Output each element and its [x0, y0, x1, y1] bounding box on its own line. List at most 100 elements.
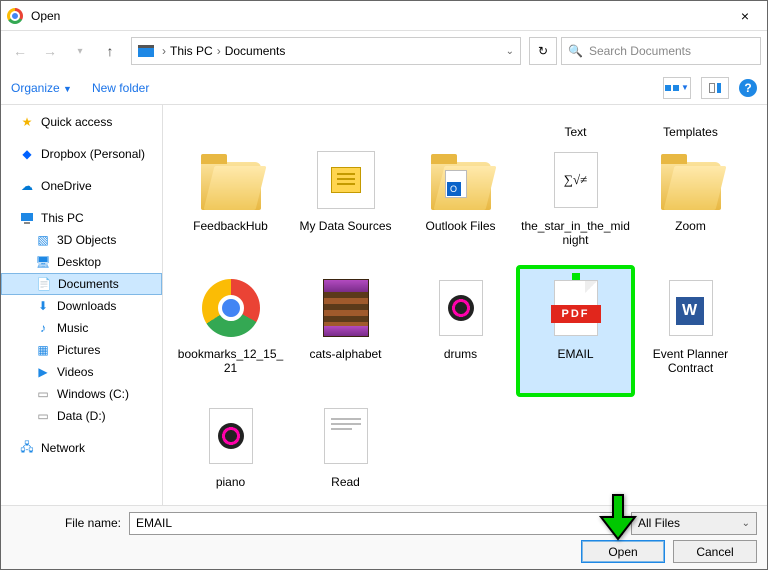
cancel-button-label: Cancel — [696, 545, 733, 559]
sidebar-item-drive-c[interactable]: ▭ Windows (C:) — [1, 383, 162, 405]
sidebar-item-downloads[interactable]: ⬇ Downloads — [1, 295, 162, 317]
file-item-piano[interactable]: piano — [173, 395, 288, 495]
file-item-cats-alphabet[interactable]: cats-alphabet — [288, 267, 403, 395]
network-icon: 🖧 — [19, 440, 35, 456]
file-name-input[interactable]: EMAIL ⌄ — [129, 512, 623, 535]
file-item-star-midnight[interactable]: ∑√≠ the_star_in_the_midnight — [518, 139, 633, 267]
breadcrumb-documents[interactable]: Documents — [225, 44, 286, 58]
rar-icon — [311, 273, 381, 343]
arrow-callout-icon — [601, 495, 635, 539]
sidebar-item-quick-access[interactable]: ★ Quick access — [1, 111, 162, 133]
sidebar-item-label: Desktop — [57, 255, 101, 269]
cancel-button[interactable]: Cancel — [673, 540, 757, 563]
open-button[interactable]: Open — [581, 540, 665, 563]
sidebar-item-music[interactable]: ♪ Music — [1, 317, 162, 339]
file-label: cats-alphabet — [309, 347, 381, 361]
sidebar-item-label: Documents — [58, 277, 119, 291]
file-label: Zoom — [675, 219, 706, 233]
file-item[interactable]: Templates — [633, 109, 748, 139]
close-button[interactable]: × — [729, 2, 761, 30]
footer: File name: EMAIL ⌄ All Files ⌄ Open Canc… — [1, 505, 767, 569]
breadcrumb[interactable]: › This PC › Documents ⌄ — [131, 37, 521, 65]
file-type-select[interactable]: All Files ⌄ — [631, 512, 757, 535]
window-title: Open — [31, 9, 729, 23]
pdf-icon: PDF — [541, 273, 611, 343]
text-file-icon — [311, 401, 381, 471]
new-folder-button[interactable]: New folder — [92, 81, 149, 95]
chevron-down-icon[interactable]: ⌄ — [506, 46, 514, 57]
file-item-zoom[interactable]: Zoom — [633, 139, 748, 267]
nav-up-button[interactable]: ↑ — [97, 38, 123, 64]
file-item-bookmarks[interactable]: bookmarks_12_15_21 — [173, 267, 288, 395]
sidebar-item-3d-objects[interactable]: ▧ 3D Objects — [1, 229, 162, 251]
file-item-outlook-files[interactable]: O Outlook Files — [403, 139, 518, 267]
sidebar-item-label: Downloads — [57, 299, 116, 313]
file-label: My Data Sources — [299, 219, 391, 233]
chrome-app-icon — [7, 8, 23, 24]
music-icon: ♪ — [35, 320, 51, 336]
folder-icon — [656, 145, 726, 215]
file-label: piano — [216, 475, 245, 489]
sidebar-item-label: Videos — [57, 365, 93, 379]
breadcrumb-this-pc[interactable]: This PC — [170, 44, 213, 58]
recent-locations-button[interactable]: ▾ — [67, 38, 93, 64]
file-item-my-data-sources[interactable]: My Data Sources — [288, 139, 403, 267]
file-label: EMAIL — [557, 347, 593, 361]
media-file-icon — [426, 273, 496, 343]
sidebar-item-drive-d[interactable]: ▭ Data (D:) — [1, 405, 162, 427]
desktop-icon: 🖥 — [35, 254, 51, 270]
sidebar-item-documents[interactable]: 📄 Documents — [1, 273, 162, 295]
sidebar-item-label: 3D Objects — [57, 233, 116, 247]
toolbar: Organize ▼ New folder ▼ ? — [1, 71, 767, 105]
preview-pane-button[interactable] — [701, 77, 729, 99]
file-label: drums — [444, 347, 477, 361]
refresh-button[interactable]: ↻ — [529, 37, 557, 65]
sidebar-item-label: This PC — [41, 211, 84, 225]
word-icon: W — [656, 273, 726, 343]
search-placeholder: Search Documents — [589, 44, 691, 58]
text-file-icon: ∑√≠ — [541, 145, 611, 215]
help-button[interactable]: ? — [739, 79, 757, 97]
sidebar-item-label: Pictures — [57, 343, 100, 357]
file-item[interactable]: Text — [518, 109, 633, 139]
view-layout-button[interactable]: ▼ — [663, 77, 691, 99]
file-item-read[interactable]: Read — [288, 395, 403, 495]
chrome-icon — [196, 273, 266, 343]
file-type-value: All Files — [638, 516, 680, 530]
sidebar-item-videos[interactable]: ▶ Videos — [1, 361, 162, 383]
sidebar-item-network[interactable]: 🖧 Network — [1, 437, 162, 459]
sidebar-item-this-pc[interactable]: This PC — [1, 207, 162, 229]
dropbox-icon: ◆ — [19, 146, 35, 162]
file-label: FeedbackHub — [193, 219, 268, 233]
file-label: bookmarks_12_15_21 — [175, 347, 286, 375]
sidebar-item-pictures[interactable]: ▦ Pictures — [1, 339, 162, 361]
file-item[interactable] — [173, 109, 288, 139]
search-input[interactable]: 🔍 Search Documents — [561, 37, 761, 65]
open-button-label: Open — [608, 545, 637, 559]
file-item-drums[interactable]: drums — [403, 267, 518, 395]
nav-back-button[interactable]: ← — [7, 38, 33, 64]
organize-button[interactable]: Organize ▼ — [11, 81, 72, 95]
videos-icon: ▶ — [35, 364, 51, 380]
file-item[interactable] — [403, 109, 518, 139]
pc-icon — [19, 210, 35, 226]
file-label: Text — [564, 125, 586, 139]
downloads-icon: ⬇ — [35, 298, 51, 314]
file-item[interactable] — [288, 109, 403, 139]
file-item-email[interactable]: PDF EMAIL — [518, 267, 633, 395]
file-label: Read — [331, 475, 360, 489]
drive-icon: ▭ — [35, 386, 51, 402]
file-label: the_star_in_the_midnight — [520, 219, 631, 247]
nav-bar: ← → ▾ ↑ › This PC › Documents ⌄ ↻ 🔍 Sear… — [1, 31, 767, 71]
chevron-right-icon: › — [162, 44, 166, 58]
sidebar-item-label: Windows (C:) — [57, 387, 129, 401]
file-name-label: File name: — [11, 516, 121, 530]
file-item-feedbackhub[interactable]: FeedbackHub — [173, 139, 288, 267]
nav-forward-button[interactable]: → — [37, 38, 63, 64]
sidebar-item-onedrive[interactable]: ☁ OneDrive — [1, 175, 162, 197]
sidebar-item-desktop[interactable]: 🖥 Desktop — [1, 251, 162, 273]
file-list[interactable]: Text Templates FeedbackHub My Data Sourc… — [163, 105, 767, 505]
file-item-event-planner[interactable]: W Event Planner Contract — [633, 267, 748, 395]
sidebar-item-dropbox[interactable]: ◆ Dropbox (Personal) — [1, 143, 162, 165]
documents-icon: 📄 — [36, 276, 52, 292]
